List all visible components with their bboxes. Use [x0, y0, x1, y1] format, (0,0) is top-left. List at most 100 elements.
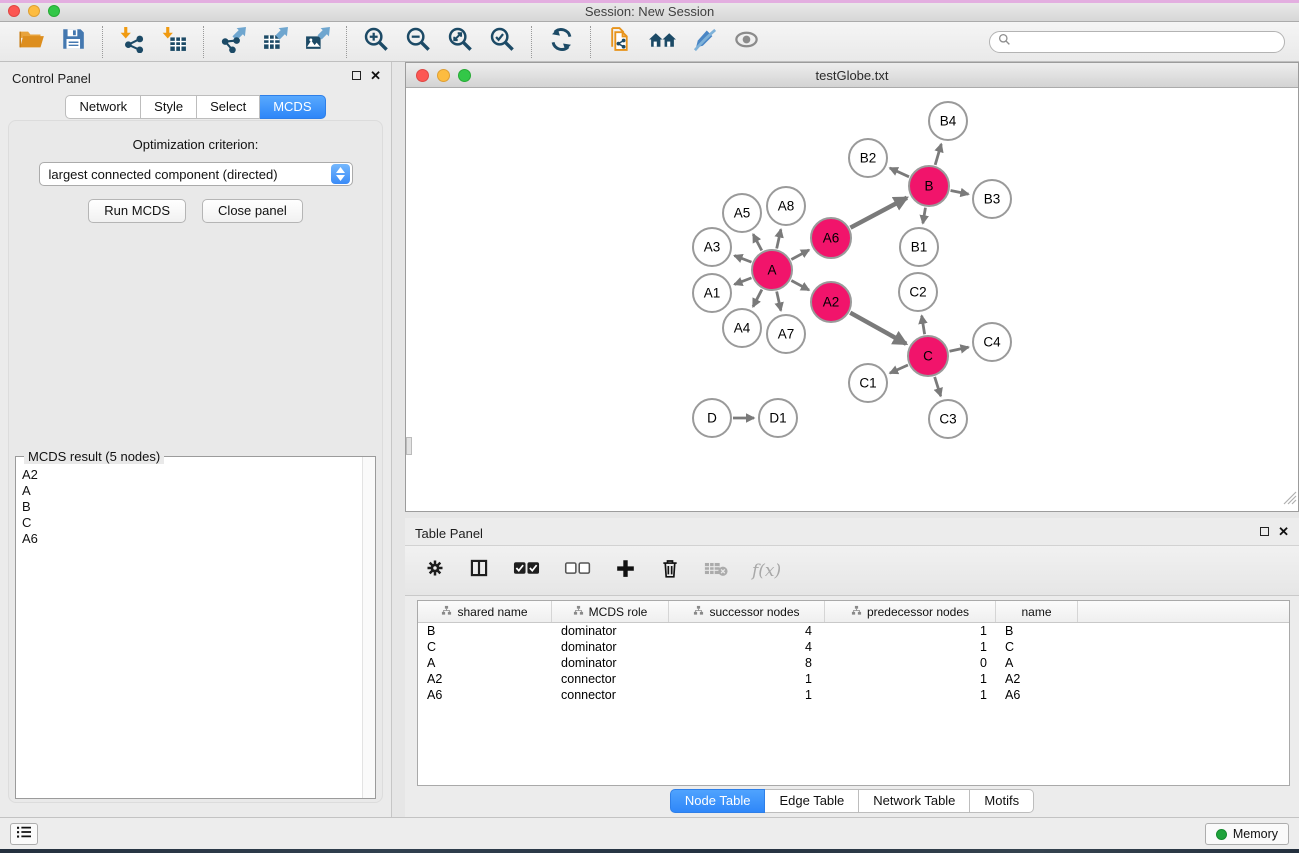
- graph-node-A5[interactable]: A5: [723, 194, 761, 232]
- criterion-dropdown[interactable]: largest connected component (directed): [39, 162, 353, 186]
- column-header-predecessor-nodes[interactable]: predecessor nodes: [825, 601, 996, 622]
- table-row[interactable]: Bdominator41B: [418, 623, 1289, 639]
- float-panel-icon[interactable]: [352, 71, 361, 80]
- table-row[interactable]: A6connector11A6: [418, 687, 1289, 703]
- tab-mcds[interactable]: MCDS: [260, 95, 325, 119]
- table-cell[interactable]: dominator: [552, 656, 669, 670]
- table-cell[interactable]: A: [996, 656, 1078, 670]
- show-all-networks-button[interactable]: [646, 26, 678, 58]
- table-cell[interactable]: B: [418, 624, 552, 638]
- table-cell[interactable]: dominator: [552, 640, 669, 654]
- table-cell[interactable]: A2: [996, 672, 1078, 686]
- graph-node-B1[interactable]: B1: [900, 228, 938, 266]
- graph-edge-B-B3[interactable]: [951, 190, 969, 194]
- unselect-all-columns-button[interactable]: [564, 561, 591, 580]
- table-cell[interactable]: 0: [825, 656, 996, 670]
- memory-button[interactable]: Memory: [1205, 823, 1289, 845]
- table-cell[interactable]: B: [996, 624, 1078, 638]
- graph-edge-C-C4[interactable]: [949, 347, 968, 351]
- zoom-selected-button[interactable]: [486, 26, 518, 58]
- delete-columns-button[interactable]: [660, 558, 680, 584]
- graph-node-C1[interactable]: C1: [849, 364, 887, 402]
- tab-network-table[interactable]: Network Table: [859, 789, 970, 813]
- zoom-out-button[interactable]: [402, 26, 434, 58]
- table-row[interactable]: Adominator80A: [418, 655, 1289, 671]
- close-panel-icon[interactable]: ✕: [1278, 526, 1289, 537]
- show-column-button[interactable]: [469, 558, 489, 583]
- zoom-in-button[interactable]: [360, 26, 392, 58]
- table-cell[interactable]: A2: [418, 672, 552, 686]
- table-cell[interactable]: 8: [669, 656, 825, 670]
- column-header-name[interactable]: name: [996, 601, 1078, 622]
- table-cell[interactable]: A6: [418, 688, 552, 702]
- graph-node-A7[interactable]: A7: [767, 315, 805, 353]
- apply-layout-button[interactable]: [545, 26, 577, 58]
- import-table-button[interactable]: [158, 26, 190, 58]
- graph-edge-A-A5[interactable]: [753, 234, 762, 250]
- graph-edge-C-C2[interactable]: [922, 316, 925, 335]
- tab-node-table[interactable]: Node Table: [670, 789, 766, 813]
- hide-graphics-details-button[interactable]: [688, 26, 720, 58]
- graph-edge-C-C3[interactable]: [935, 377, 941, 396]
- column-header-shared-name[interactable]: shared name: [418, 601, 552, 622]
- mcds-result-item[interactable]: B: [22, 499, 361, 515]
- table-cell[interactable]: connector: [552, 688, 669, 702]
- graph-edge-A-A6[interactable]: [791, 250, 809, 260]
- column-header-successor-nodes[interactable]: successor nodes: [669, 601, 825, 622]
- save-session-button[interactable]: [57, 26, 89, 58]
- function-builder-button[interactable]: f(x): [752, 561, 781, 581]
- mcds-result-item[interactable]: A2: [22, 467, 361, 483]
- select-all-columns-button[interactable]: [513, 561, 540, 580]
- graph-edge-C-C1[interactable]: [890, 365, 908, 373]
- graph-node-D[interactable]: D: [693, 399, 731, 437]
- graph-edge-A-A7[interactable]: [777, 291, 781, 310]
- table-cell[interactable]: 1: [825, 624, 996, 638]
- graph-node-D1[interactable]: D1: [759, 399, 797, 437]
- float-panel-icon[interactable]: [1260, 527, 1269, 536]
- export-image-button[interactable]: [301, 26, 333, 58]
- graph-node-C3[interactable]: C3: [929, 400, 967, 438]
- column-header-mcds-role[interactable]: MCDS role: [552, 601, 669, 622]
- window-resize-grip[interactable]: [1283, 491, 1297, 510]
- close-panel-button[interactable]: Close panel: [202, 199, 303, 223]
- graph-node-A2[interactable]: A2: [811, 282, 851, 322]
- table-row[interactable]: Cdominator41C: [418, 639, 1289, 655]
- graph-node-A[interactable]: A: [752, 250, 792, 290]
- tab-network[interactable]: Network: [65, 95, 141, 119]
- table-cell[interactable]: 4: [669, 624, 825, 638]
- zoom-fit-button[interactable]: [444, 26, 476, 58]
- graph-edge-B-B1[interactable]: [923, 208, 926, 224]
- graph-node-C[interactable]: C: [908, 336, 948, 376]
- table-cell[interactable]: 1: [669, 672, 825, 686]
- table-cell[interactable]: 1: [825, 640, 996, 654]
- tab-edge-table[interactable]: Edge Table: [765, 789, 859, 813]
- table-options-button[interactable]: [425, 558, 445, 583]
- graph-node-B2[interactable]: B2: [849, 139, 887, 177]
- mcds-result-item[interactable]: C: [22, 515, 361, 531]
- table-cell[interactable]: connector: [552, 672, 669, 686]
- graph-node-B4[interactable]: B4: [929, 102, 967, 140]
- table-row[interactable]: A2connector11A2: [418, 671, 1289, 687]
- tab-select[interactable]: Select: [197, 95, 260, 119]
- table-cell[interactable]: dominator: [552, 624, 669, 638]
- graph-node-A8[interactable]: A8: [767, 187, 805, 225]
- graph-node-A6[interactable]: A6: [811, 218, 851, 258]
- graph-node-B[interactable]: B: [909, 166, 949, 206]
- graph-node-A4[interactable]: A4: [723, 309, 761, 347]
- mcds-result-item[interactable]: A: [22, 483, 361, 499]
- panel-splitter-handle[interactable]: [406, 437, 412, 455]
- export-table-button[interactable]: [259, 26, 291, 58]
- create-column-button[interactable]: [615, 558, 636, 584]
- search-field[interactable]: [989, 31, 1285, 53]
- table-cell[interactable]: 4: [669, 640, 825, 654]
- delete-table-button[interactable]: [704, 560, 728, 582]
- table-cell[interactable]: 1: [825, 688, 996, 702]
- graph-edge-A-A4[interactable]: [753, 290, 762, 307]
- table-cell[interactable]: A6: [996, 688, 1078, 702]
- import-network-button[interactable]: [116, 26, 148, 58]
- graph-edge-B-B2[interactable]: [890, 168, 909, 177]
- graph-edge-A2-C[interactable]: [850, 313, 906, 344]
- graph-edge-A-A8[interactable]: [777, 229, 781, 248]
- graph-edge-A-A1[interactable]: [734, 278, 751, 285]
- graph-edge-B-B4[interactable]: [935, 144, 941, 165]
